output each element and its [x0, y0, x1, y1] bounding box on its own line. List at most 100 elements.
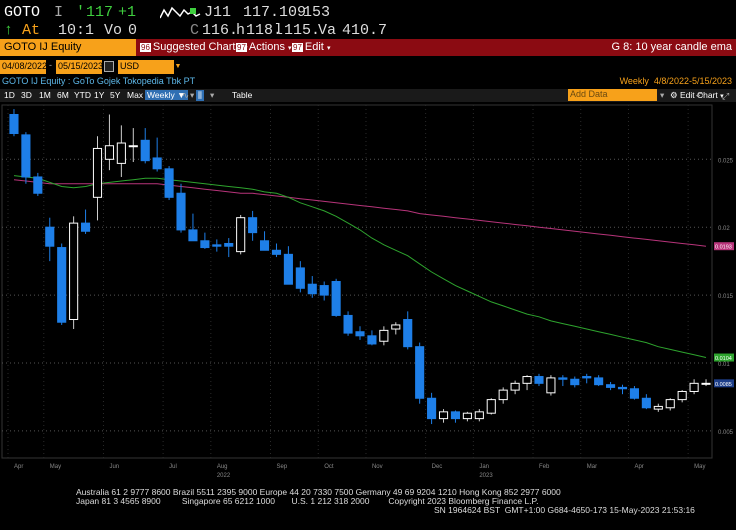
ema-long-line: [13, 179, 707, 247]
candle-body: [427, 397, 437, 420]
candle-body: [295, 267, 305, 289]
year-label: 2023: [479, 473, 493, 479]
x-tick-label: Feb: [539, 464, 550, 470]
end-date-input[interactable]: 05/15/2023: [56, 60, 103, 74]
period-max[interactable]: Max: [127, 90, 143, 100]
candle-body: [116, 142, 126, 164]
chevron-down-icon[interactable]: ▾: [660, 90, 664, 101]
price-chart[interactable]: 0.005 0.01 0.015 0.02 0.025 Apr May Jun Jul Aug Se…: [0, 103, 736, 485]
menu-actions[interactable]: 97 Actions ▾: [236, 41, 292, 53]
candle-body: [104, 145, 114, 160]
open-value: 117.109: [243, 4, 307, 21]
menu-edit[interactable]: 97 Edit ▾: [292, 41, 330, 53]
x-tick-label: Nov: [372, 464, 383, 470]
candle-body: [582, 376, 592, 379]
period-5y[interactable]: 5Y: [110, 90, 120, 100]
candle-body: [140, 139, 150, 162]
candle-body: [259, 240, 270, 251]
candle-body: [594, 377, 604, 386]
period-3d[interactable]: 3D: [21, 90, 32, 100]
y-tick-label: 0.005: [718, 430, 734, 436]
candle-body: [474, 411, 484, 420]
period-label: Weekly: [619, 76, 649, 86]
expand-icon[interactable]: ⤢: [722, 91, 729, 102]
candle-body: [438, 411, 449, 420]
candle-body: [271, 249, 282, 255]
ticker[interactable]: GOTO: [4, 4, 40, 21]
x-tick-label: May: [50, 464, 61, 470]
table-button[interactable]: Table: [232, 90, 252, 100]
at-label: At: [22, 22, 41, 39]
line-chart-icon[interactable]: ∿: [182, 90, 189, 101]
indicator: I: [54, 4, 64, 21]
candle-body: [45, 226, 55, 247]
up-arrow-icon: ↑: [4, 22, 14, 39]
open-prefix: J11: [204, 4, 232, 21]
value-label: Va: [318, 22, 337, 39]
volume-label: Vo: [104, 22, 123, 39]
last-price: 117: [86, 4, 114, 21]
candle-body: [224, 242, 234, 247]
price-change: +1: [118, 4, 137, 21]
traded-value: 410.7: [342, 22, 388, 39]
calendar-icon[interactable]: [104, 61, 114, 72]
x-tick-label: Sep: [277, 464, 288, 470]
period-1d[interactable]: 1D: [4, 90, 15, 100]
ema-short-tag: 0.0104: [715, 356, 732, 362]
currency-value: USD: [120, 61, 140, 71]
frequency-value: Weekly: [147, 90, 175, 100]
candle-body: [57, 247, 67, 323]
candle-body: [212, 244, 222, 247]
settings-icon[interactable]: ⚙: [670, 90, 678, 101]
y-tick-label: 0.025: [718, 158, 734, 164]
x-tick-label: Oct: [324, 464, 334, 470]
bid-flag: h: [236, 22, 246, 39]
candle-body: [522, 376, 532, 384]
undo-icon[interactable]: ↶: [696, 91, 704, 102]
start-date-value: 04/08/2022: [2, 61, 48, 71]
x-tick-label: Jan: [479, 464, 489, 470]
candle-body: [629, 388, 639, 399]
add-data-input[interactable]: Add Data: [568, 89, 657, 101]
y-tick-label: 0.01: [718, 362, 730, 368]
last-prefix: ': [76, 4, 86, 21]
candle-body: [462, 412, 472, 420]
ask-flag: l: [274, 22, 284, 39]
chevron-down-icon[interactable]: ▾: [190, 90, 194, 101]
chart-header: GOTO IJ Equity : GoTo Gojek Tokopedia Tb…: [0, 76, 736, 88]
candle-body: [498, 389, 508, 401]
sparkline-icon: [160, 6, 201, 19]
candle-chart-icon[interactable]: ⫼: [196, 90, 204, 101]
footer: Australia 61 2 9777 8600 Brazil 5511 239…: [0, 485, 736, 530]
caret-down-icon: ▾: [326, 45, 331, 52]
period-1y[interactable]: 1Y: [94, 90, 104, 100]
menu-number: 97: [292, 43, 303, 52]
menu-label: Edit: [304, 41, 324, 53]
currency-select[interactable]: USD ▼: [118, 60, 182, 74]
candle-body: [641, 397, 651, 409]
start-date-input[interactable]: 04/08/2022: [0, 60, 48, 74]
candle-body: [665, 399, 675, 409]
chart-toolbar: 1D 3D 1M 6M YTD 1Y 5Y Max Weekly ▼ ∿ ▾ ⫼…: [0, 89, 736, 102]
candle-body: [343, 314, 353, 334]
menu-suggested-charts[interactable]: 96Suggested Charts ▾: [140, 41, 248, 53]
x-tick-label: May: [694, 464, 705, 470]
security-field[interactable]: GOTO IJ Equity: [0, 39, 136, 56]
candle-body: [689, 382, 699, 392]
period-1m[interactable]: 1M: [39, 90, 51, 100]
candle-body: [570, 378, 580, 386]
x-tick-label: Jun: [109, 464, 119, 470]
y-tick-label: 0.015: [718, 294, 734, 300]
candle-body: [534, 376, 544, 384]
candle-body: [128, 145, 138, 148]
date-range: 4/8/2022-5/15/2023: [653, 76, 732, 86]
year-label: 2022: [217, 473, 231, 479]
period-ytd[interactable]: YTD: [74, 90, 91, 100]
candle-body: [617, 386, 628, 390]
period-6m[interactable]: 6M: [57, 90, 69, 100]
x-tick-label: Aug: [217, 464, 228, 470]
chevron-down-icon[interactable]: ▾: [210, 90, 214, 101]
candle-body: [391, 324, 401, 330]
candle-body: [164, 168, 174, 198]
y-tick-label: 0.02: [718, 226, 730, 232]
